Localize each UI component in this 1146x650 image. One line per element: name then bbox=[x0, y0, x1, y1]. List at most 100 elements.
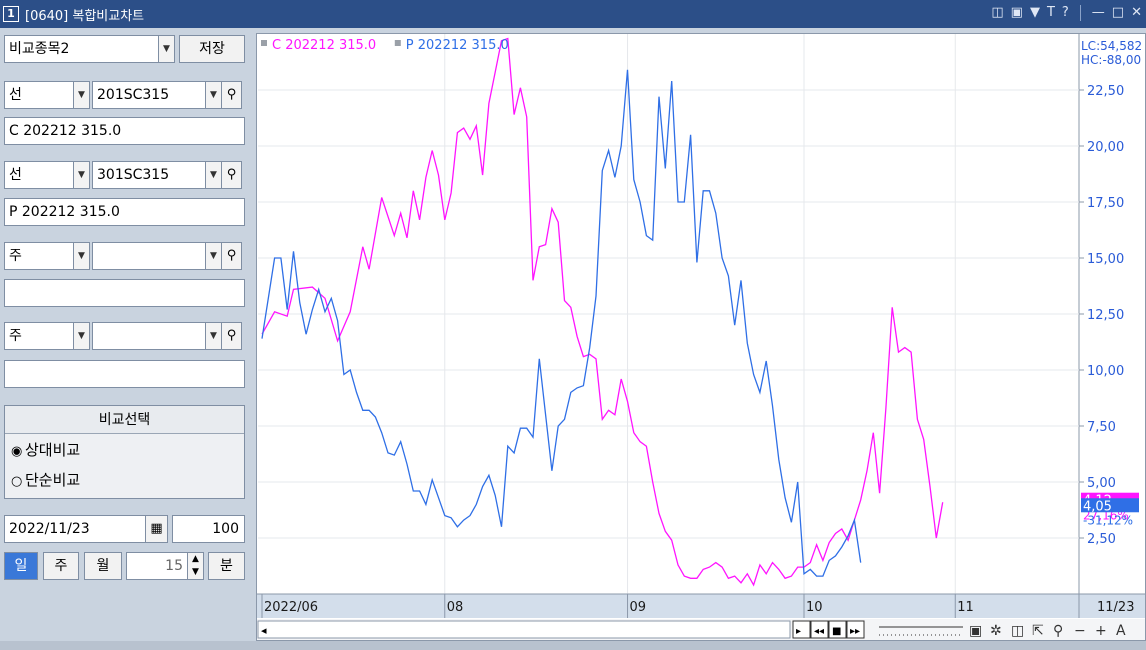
chevron-down-icon[interactable]: ▼ bbox=[205, 243, 221, 269]
y-tick-label: 20,00 bbox=[1087, 140, 1124, 155]
y-tick-label: 10,00 bbox=[1087, 364, 1124, 379]
row4-code-select[interactable]: ▼ bbox=[92, 322, 222, 350]
row2-type-value: 선 bbox=[9, 167, 22, 183]
row2-name-field[interactable]: P 202212 315.0 bbox=[4, 198, 245, 226]
toolbar-icon: ✲ bbox=[990, 623, 1002, 639]
chevron-down-icon[interactable]: ▼ bbox=[158, 36, 174, 62]
tab-week[interactable]: 주 bbox=[43, 552, 79, 580]
window-controls: ◫ ▣ ▼ T ? — □ ✕ bbox=[991, 5, 1142, 21]
close-icon[interactable]: ✕ bbox=[1131, 5, 1142, 21]
y-tick-label: 5,00 bbox=[1087, 476, 1116, 491]
chevron-down-icon[interactable]: ▼ bbox=[73, 82, 89, 108]
row4-name-field[interactable] bbox=[4, 360, 245, 388]
x-tick-label: 08 bbox=[447, 600, 464, 615]
comparison-chart: 2,50 5,00 7,50 10,00 12,50 15,00 17,50 20,00 22,… bbox=[257, 34, 1145, 640]
search-icon[interactable]: ⚲ bbox=[222, 242, 242, 270]
copy-window-icon[interactable]: ▣ bbox=[1011, 5, 1023, 21]
call-series-line bbox=[261, 37, 944, 587]
hc-label: HC:-88,00 bbox=[1081, 53, 1141, 67]
minute-field[interactable]: 15 bbox=[126, 552, 188, 580]
legend-label: P 202212 315.0 bbox=[406, 38, 509, 53]
radio-relative[interactable]: ◉ 상대비교 bbox=[5, 434, 244, 466]
toolbar-icon: ◫ bbox=[1011, 623, 1024, 639]
tab-month[interactable]: 월 bbox=[84, 552, 122, 580]
chart-area: 2,50 5,00 7,50 10,00 12,50 15,00 17,50 20,00 22,… bbox=[256, 33, 1146, 641]
row1-type-select[interactable]: 선 ▼ bbox=[4, 81, 90, 109]
tab-day[interactable]: 일 bbox=[4, 552, 38, 580]
chevron-down-icon[interactable]: ▼ bbox=[205, 323, 221, 349]
x-axis-band bbox=[257, 594, 1145, 618]
help-icon[interactable]: ? bbox=[1062, 5, 1069, 21]
scroll-left-icon: ◂ bbox=[261, 624, 267, 637]
chevron-down-icon[interactable]: ▼ bbox=[205, 162, 221, 188]
lc-label: LC:54,582 bbox=[1081, 39, 1142, 53]
window-titlebar: 1 [0640] 복합비교차트 ◫ ▣ ▼ T ? — □ ✕ bbox=[0, 0, 1146, 28]
bottom-strip bbox=[0, 641, 1146, 650]
legend-swatch bbox=[261, 40, 267, 46]
row1-name-field[interactable]: C 202212 315.0 bbox=[4, 117, 245, 145]
put-last-pct: -31,12% bbox=[1083, 513, 1133, 527]
y-tick-label: 7,50 bbox=[1087, 420, 1116, 435]
text-icon[interactable]: T bbox=[1047, 5, 1055, 21]
separator bbox=[1079, 5, 1081, 21]
chevron-down-icon[interactable]: ▼ bbox=[73, 243, 89, 269]
y-axis: 2,50 5,00 7,50 10,00 12,50 15,00 17,50 20,00 22,… bbox=[1079, 39, 1142, 547]
x-tick-label: 09 bbox=[630, 600, 647, 615]
y-tick-label: 17,50 bbox=[1087, 196, 1124, 211]
h-scrollbar bbox=[257, 620, 791, 639]
row1-type-value: 선 bbox=[9, 87, 22, 103]
chevron-down-icon[interactable]: ▼ bbox=[73, 323, 89, 349]
date-field[interactable]: 2022/11/23 bbox=[4, 515, 146, 543]
restore-icon[interactable]: ◫ bbox=[991, 5, 1003, 21]
toolbar-icon: + bbox=[1095, 623, 1107, 639]
row3-type-value: 주 bbox=[9, 248, 22, 264]
row2-type-select[interactable]: 선 ▼ bbox=[4, 161, 90, 189]
row3-name-field[interactable] bbox=[4, 279, 245, 307]
y-tick-label: 12,50 bbox=[1087, 308, 1124, 323]
put-last-value: 4,05 bbox=[1083, 499, 1112, 514]
last-value-badges: 4,1227,16%4,05-31,12% bbox=[1081, 492, 1139, 527]
search-icon[interactable]: ⚲ bbox=[222, 161, 242, 189]
playback-icon: ■ bbox=[832, 626, 841, 637]
row3-code-select[interactable]: ▼ bbox=[92, 242, 222, 270]
row2-code-value: 301SC315 bbox=[97, 167, 170, 183]
radio-relative-label: 상대비교 bbox=[25, 441, 81, 459]
search-icon[interactable]: ⚲ bbox=[222, 81, 242, 109]
radio-empty-icon: ○ bbox=[11, 474, 23, 489]
compare-set-value: 비교종목2 bbox=[9, 41, 70, 57]
y-tick-label: 2,50 bbox=[1087, 532, 1116, 547]
row2-code-select[interactable]: 301SC315 ▼ bbox=[92, 161, 222, 189]
calendar-icon[interactable]: ▦ bbox=[146, 515, 168, 543]
radio-simple[interactable]: ○ 단순비교 bbox=[5, 464, 244, 496]
x-tick-label: 10 bbox=[806, 600, 823, 615]
spinner-icon[interactable]: ▲ ▼ bbox=[188, 552, 204, 580]
playback-icon: ▸ bbox=[796, 626, 801, 637]
playback-icon: ▸▸ bbox=[850, 626, 860, 637]
maximize-icon[interactable]: □ bbox=[1112, 5, 1124, 21]
chevron-down-icon[interactable]: ▼ bbox=[73, 162, 89, 188]
minimize-icon[interactable]: — bbox=[1092, 5, 1105, 21]
compare-set-select[interactable]: 비교종목2 ▼ bbox=[4, 35, 175, 63]
row1-code-select[interactable]: 201SC315 ▼ bbox=[92, 81, 222, 109]
save-button[interactable]: 저장 bbox=[179, 35, 245, 63]
legend-label: C 202212 315.0 bbox=[272, 38, 376, 53]
pin-icon[interactable]: ▼ bbox=[1030, 5, 1040, 21]
toolbar-icon: ⚲ bbox=[1053, 623, 1063, 639]
legend: C 202212 315.0 P 202212 315.0 bbox=[261, 38, 509, 53]
radio-simple-label: 단순비교 bbox=[25, 471, 81, 489]
row4-type-select[interactable]: 주 ▼ bbox=[4, 322, 90, 350]
playback-icon: ◂◂ bbox=[814, 626, 824, 637]
row3-type-select[interactable]: 주 ▼ bbox=[4, 242, 90, 270]
minute-button[interactable]: 분 bbox=[208, 552, 245, 580]
compare-group: 비교선택 ◉ 상대비교 ○ 단순비교 bbox=[4, 405, 245, 499]
series-lines bbox=[261, 37, 944, 587]
search-icon[interactable]: ⚲ bbox=[222, 322, 242, 350]
toolbar-icon: − bbox=[1074, 623, 1086, 639]
count-field[interactable]: 100 bbox=[172, 515, 245, 543]
row4-type-value: 주 bbox=[9, 328, 22, 344]
window-number: 1 bbox=[3, 6, 19, 22]
toolbar-icon: A bbox=[1116, 623, 1126, 639]
compare-group-title: 비교선택 bbox=[5, 406, 244, 434]
row1-code-value: 201SC315 bbox=[97, 87, 170, 103]
chevron-down-icon[interactable]: ▼ bbox=[205, 82, 221, 108]
